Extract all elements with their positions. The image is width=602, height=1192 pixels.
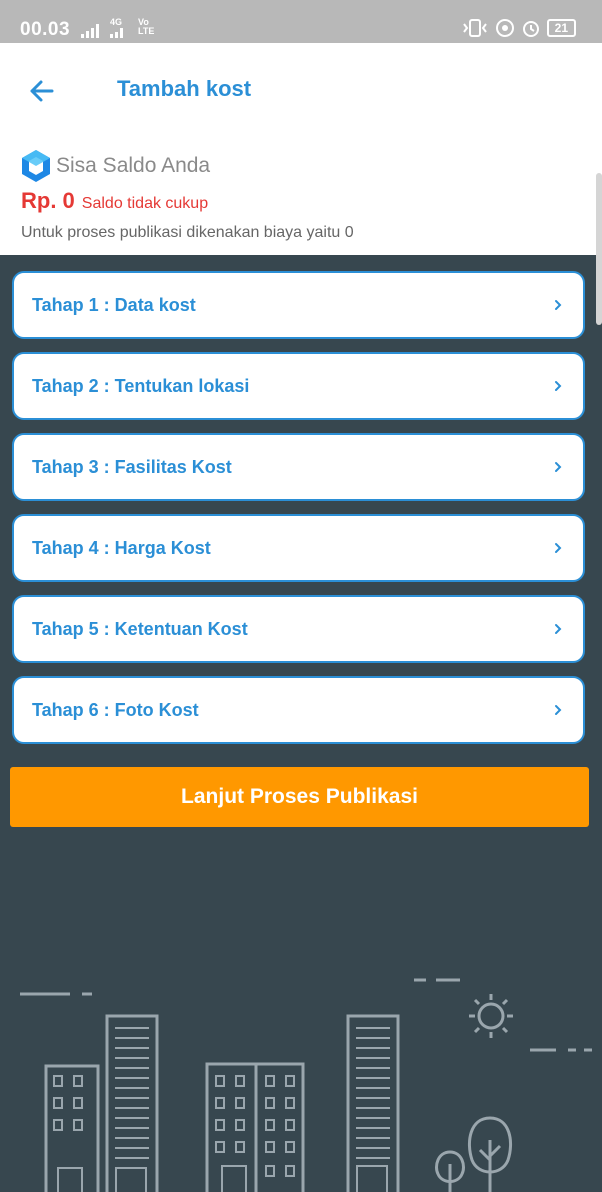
step-label: Tahap 3 : Fasilitas Kost	[32, 456, 232, 477]
step-label: Tahap 5 : Ketentuan Kost	[32, 618, 248, 639]
steps-list: Tahap 1 : Data kost Tahap 2 : Tentukan l…	[12, 271, 585, 757]
page-title: Tambah kost	[117, 76, 252, 101]
chevron-right-icon	[555, 462, 562, 472]
city-illustration	[20, 978, 592, 1192]
saldo-header: Sisa Saldo Anda	[20, 149, 210, 183]
step-item-2[interactable]: Tahap 2 : Tentukan lokasi	[12, 352, 585, 420]
step-label: Tahap 6 : Foto Kost	[32, 699, 199, 720]
step-item-6[interactable]: Tahap 6 : Foto Kost	[12, 676, 585, 744]
back-button[interactable]	[26, 75, 58, 107]
step-label: Tahap 1 : Data kost	[32, 294, 196, 315]
battery-icon: 21	[546, 19, 576, 37]
signal-icon	[81, 24, 99, 38]
saldo-card: Sisa Saldo Anda Rp. 0 Saldo tidak cukup …	[0, 135, 602, 325]
signal-icon-2	[110, 28, 123, 38]
status-bar: 00.03 4G Vo LTE 21	[0, 0, 602, 43]
saldo-note: Untuk proses publikasi dikenakan biaya y…	[21, 224, 354, 241]
vibrate-icon	[462, 19, 487, 37]
step-item-5[interactable]: Tahap 5 : Ketentuan Kost	[12, 595, 585, 663]
hexagon-logo-icon	[22, 150, 50, 182]
step-item-4[interactable]: Tahap 4 : Harga Kost	[12, 514, 585, 582]
saldo-amount: Rp. 0	[21, 188, 75, 213]
saldo-warning: Saldo tidak cukup	[81, 195, 209, 212]
status-time: 00.03	[20, 19, 71, 40]
saldo-title: Sisa Saldo Anda	[56, 154, 211, 177]
tree-icon	[435, 1116, 513, 1192]
sun-icon	[469, 994, 513, 1038]
step-item-1[interactable]: Tahap 1 : Data kost	[12, 271, 585, 339]
chevron-right-icon	[555, 705, 562, 715]
status-icons: 21	[461, 18, 576, 38]
arrow-left-icon	[30, 80, 54, 102]
chevron-right-icon	[555, 543, 562, 553]
app-bar: Tambah kost	[0, 43, 602, 135]
step-item-3[interactable]: Tahap 3 : Fasilitas Kost	[12, 433, 585, 501]
data-saver-icon	[495, 19, 514, 37]
step-label: Tahap 2 : Tentukan lokasi	[32, 375, 250, 396]
saldo-amount-row: Rp. 0 Saldo tidak cukup	[21, 188, 208, 214]
chevron-right-icon	[555, 381, 562, 391]
alarm-icon	[522, 21, 539, 37]
scroll-handle[interactable]	[596, 173, 602, 325]
chevron-right-icon	[555, 300, 562, 310]
network-label-2: Vo LTE	[138, 17, 155, 36]
chevron-right-icon	[555, 624, 562, 634]
step-label: Tahap 4 : Harga Kost	[32, 537, 211, 558]
network-label-1: 4G	[110, 17, 123, 27]
publish-button[interactable]: Lanjut Proses Publikasi	[10, 767, 589, 827]
